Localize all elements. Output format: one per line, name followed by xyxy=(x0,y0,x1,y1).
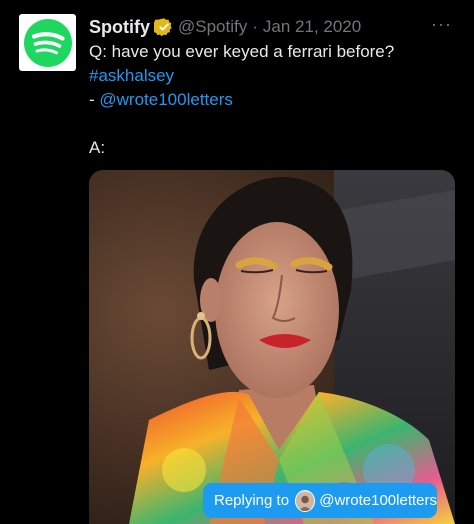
video-thumbnail[interactable]: Replying to @wrote100letters xyxy=(89,170,455,524)
user-avatar-icon xyxy=(295,489,316,512)
spotify-avatar[interactable] xyxy=(19,14,76,71)
replying-to-label: Replying to xyxy=(214,492,290,509)
answer-line: A: xyxy=(89,138,106,157)
mention-link[interactable]: @wrote100letters xyxy=(99,90,233,109)
author-handle[interactable]: @Spotify xyxy=(178,17,247,37)
spotify-logo-icon xyxy=(23,18,72,67)
signature-prefix: - xyxy=(89,90,100,109)
tweet-text: Q: have you ever keyed a ferrari before?… xyxy=(89,40,459,160)
tweet-date[interactable]: Jan 21, 2020 xyxy=(263,17,361,37)
question-line: Q: have you ever keyed a ferrari before? xyxy=(89,42,395,61)
replying-to-mention[interactable]: @wrote100letters xyxy=(319,492,437,509)
signature-line: - @wrote100letters xyxy=(89,88,459,112)
verified-badge-icon xyxy=(154,17,174,37)
tweet-header: Spotify @Spotify · Jan 21, 2020 xyxy=(89,14,361,40)
tweet[interactable]: Spotify @Spotify · Jan 21, 2020 ··· Q: h… xyxy=(0,0,474,524)
portrait-image xyxy=(89,170,455,524)
hashtag-link[interactable]: #askhalsey xyxy=(89,64,459,88)
separator-dot: · xyxy=(252,17,258,36)
more-options-icon[interactable]: ··· xyxy=(431,14,452,35)
replying-to-pill[interactable]: Replying to @wrote100letters xyxy=(203,483,437,518)
author-name[interactable]: Spotify xyxy=(89,17,150,38)
